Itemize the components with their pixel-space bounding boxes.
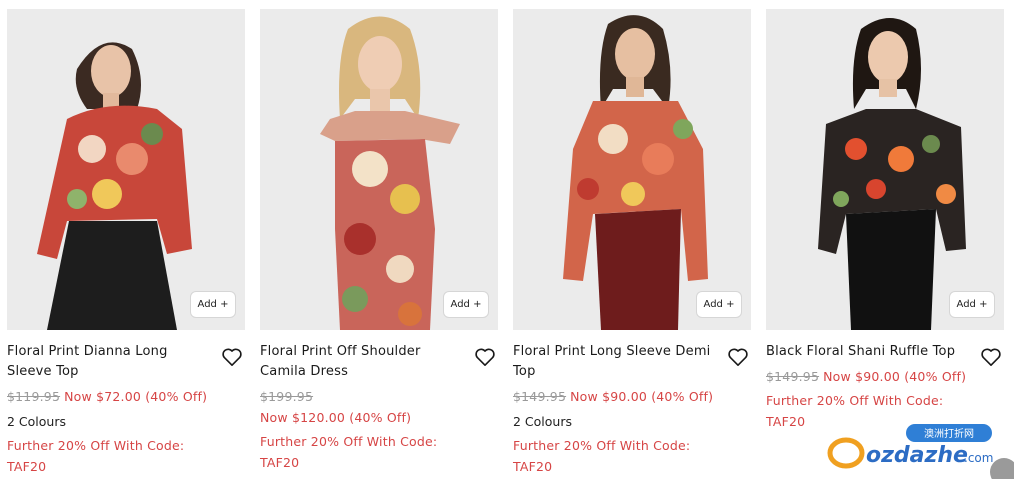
product-card[interactable]: Add + Floral Print Off Shoulder Camila D…: [260, 9, 498, 473]
sale-price: Now $72.00 (40% Off): [64, 389, 208, 404]
heart-icon[interactable]: [221, 347, 243, 367]
product-title[interactable]: Floral Print Long Sleeve Demi Top: [513, 342, 721, 382]
promo-code: TAF20: [260, 455, 300, 470]
promo-code: TAF20: [7, 459, 47, 474]
heart-icon[interactable]: [980, 347, 1002, 367]
colour-count: 2 Colours: [513, 414, 572, 429]
product-info: Black Floral Shani Ruffle Top $149.95 Now…: [766, 330, 1004, 432]
product-card[interactable]: Add + Floral Print Long Sleeve Demi Top …: [513, 9, 751, 477]
price-line: $149.95 Now $90.00 (40% Off): [766, 366, 974, 387]
product-info: Floral Print Dianna Long Sleeve Top $119…: [7, 330, 245, 477]
product-image[interactable]: Add +: [766, 9, 1004, 330]
original-price: $149.95: [513, 389, 567, 404]
product-grid: Add + Floral Print Dianna Long Sleeve To…: [0, 0, 1014, 479]
model-photo: [766, 9, 1004, 330]
product-info: Floral Print Off Shoulder Camila Dress $…: [260, 330, 498, 473]
sale-price-value: Now $120.00 (40% Off): [260, 410, 412, 425]
product-card[interactable]: Add + Floral Print Dianna Long Sleeve To…: [7, 9, 245, 477]
watermark-brand: ozdazhe: [866, 443, 968, 468]
original-price: $149.95: [766, 369, 820, 384]
promo-text: Further 20% Off With Code:: [260, 434, 438, 449]
product-image[interactable]: Add +: [260, 9, 498, 330]
add-to-bag-button[interactable]: Add +: [190, 291, 236, 318]
colour-count: 2 Colours: [7, 414, 66, 429]
product-title[interactable]: Floral Print Dianna Long Sleeve Top: [7, 342, 215, 382]
promo-text: Further 20% Off With Code:: [7, 438, 185, 453]
product-title[interactable]: Black Floral Shani Ruffle Top: [766, 342, 974, 362]
product-card[interactable]: Add + Black Floral Shani Ruffle Top $149…: [766, 9, 1004, 432]
ozdazhe-watermark-logo: 澳洲打折网 ozdazhe .com: [827, 424, 1014, 479]
add-to-bag-button[interactable]: Add +: [949, 291, 995, 318]
original-price-value: $199.95: [260, 389, 314, 404]
promo-text: Further 20% Off With Code:: [513, 438, 691, 453]
sale-price: Now $120.00 (40% Off): [260, 407, 468, 428]
original-price: $119.95: [7, 389, 61, 404]
promo-text: Further 20% Off With Code:: [766, 393, 944, 408]
product-image[interactable]: Add +: [7, 9, 245, 330]
watermark-badge: 澳洲打折网: [924, 427, 974, 440]
model-photo: [513, 9, 751, 330]
product-title[interactable]: Floral Print Off Shoulder Camila Dress: [260, 342, 468, 382]
sale-price: Now $90.00 (40% Off): [570, 389, 714, 404]
product-image[interactable]: Add +: [513, 9, 751, 330]
heart-icon[interactable]: [727, 347, 749, 367]
product-info: Floral Print Long Sleeve Demi Top $149.9…: [513, 330, 751, 477]
price-line: $119.95 Now $72.00 (40% Off): [7, 386, 215, 407]
original-price: $199.95: [260, 386, 468, 407]
price-line: $149.95 Now $90.00 (40% Off): [513, 386, 721, 407]
add-to-bag-button[interactable]: Add +: [696, 291, 742, 318]
promo-code: TAF20: [513, 459, 553, 474]
heart-icon[interactable]: [474, 347, 496, 367]
add-to-bag-button[interactable]: Add +: [443, 291, 489, 318]
model-photo: [260, 9, 498, 330]
watermark-tld: .com: [964, 451, 993, 465]
sale-price: Now $90.00 (40% Off): [823, 369, 967, 384]
model-photo: [7, 9, 245, 330]
